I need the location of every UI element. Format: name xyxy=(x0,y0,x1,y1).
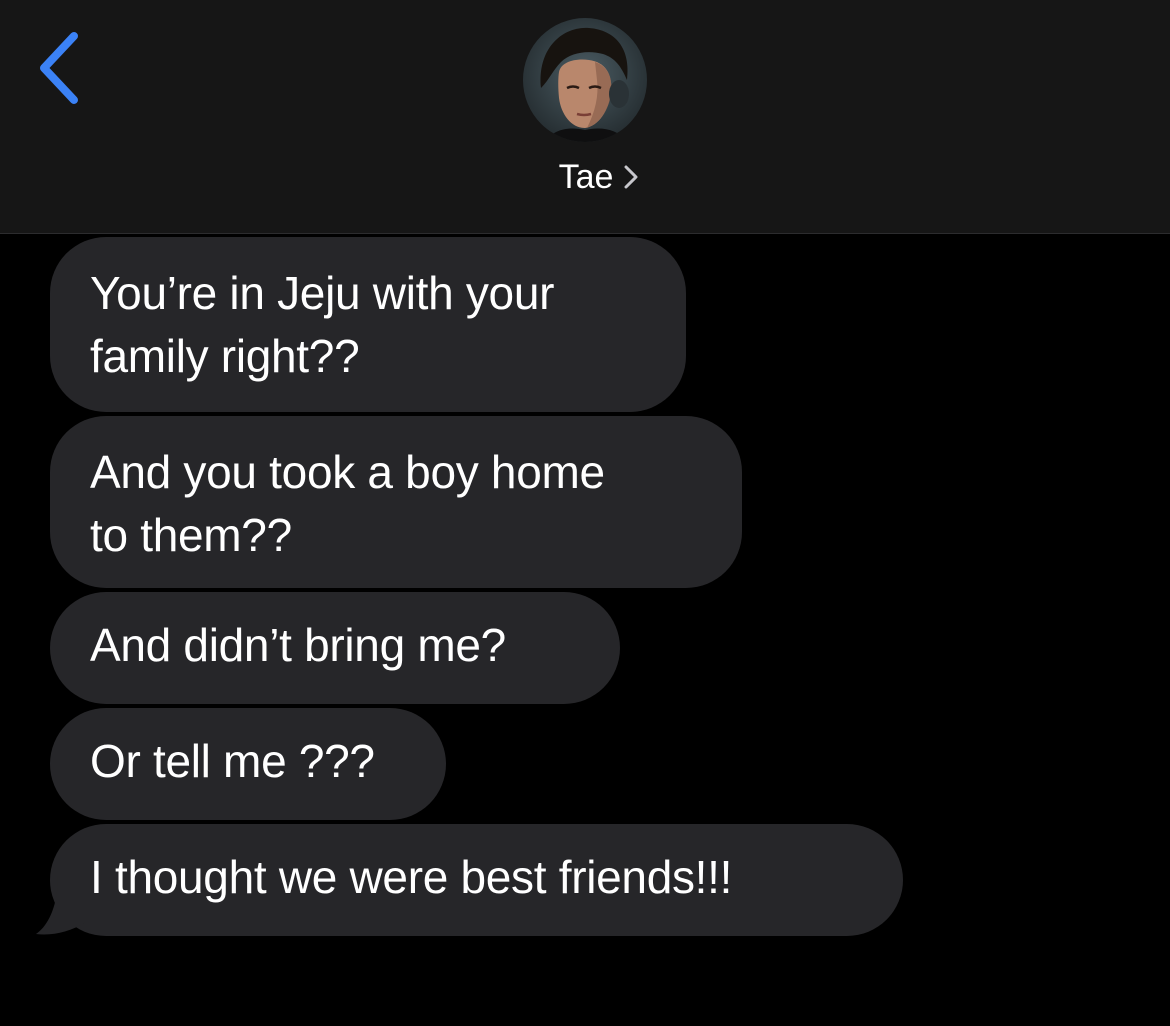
message-bubble[interactable]: Or tell me ??? xyxy=(50,708,446,820)
message-bubble[interactable]: I thought we were best friends!!! xyxy=(50,824,903,936)
conversation-header: Tae xyxy=(0,0,1170,234)
bubble-tail xyxy=(36,876,86,935)
message-bubble[interactable]: You’re in Jeju with your family right?? xyxy=(50,237,686,412)
contact-name: Tae xyxy=(558,158,614,196)
chevron-left-icon xyxy=(40,32,78,104)
contact-name-button[interactable]: Tae xyxy=(0,152,1170,202)
message-thread: You’re in Jeju with your family right?? … xyxy=(0,234,1170,1026)
chevron-right-icon xyxy=(624,165,638,189)
message-bubble[interactable]: And you took a boy home to them?? xyxy=(50,416,742,588)
back-button[interactable] xyxy=(30,28,90,108)
message-bubble[interactable]: And didn’t bring me? xyxy=(50,592,620,704)
avatar[interactable] xyxy=(523,18,647,142)
